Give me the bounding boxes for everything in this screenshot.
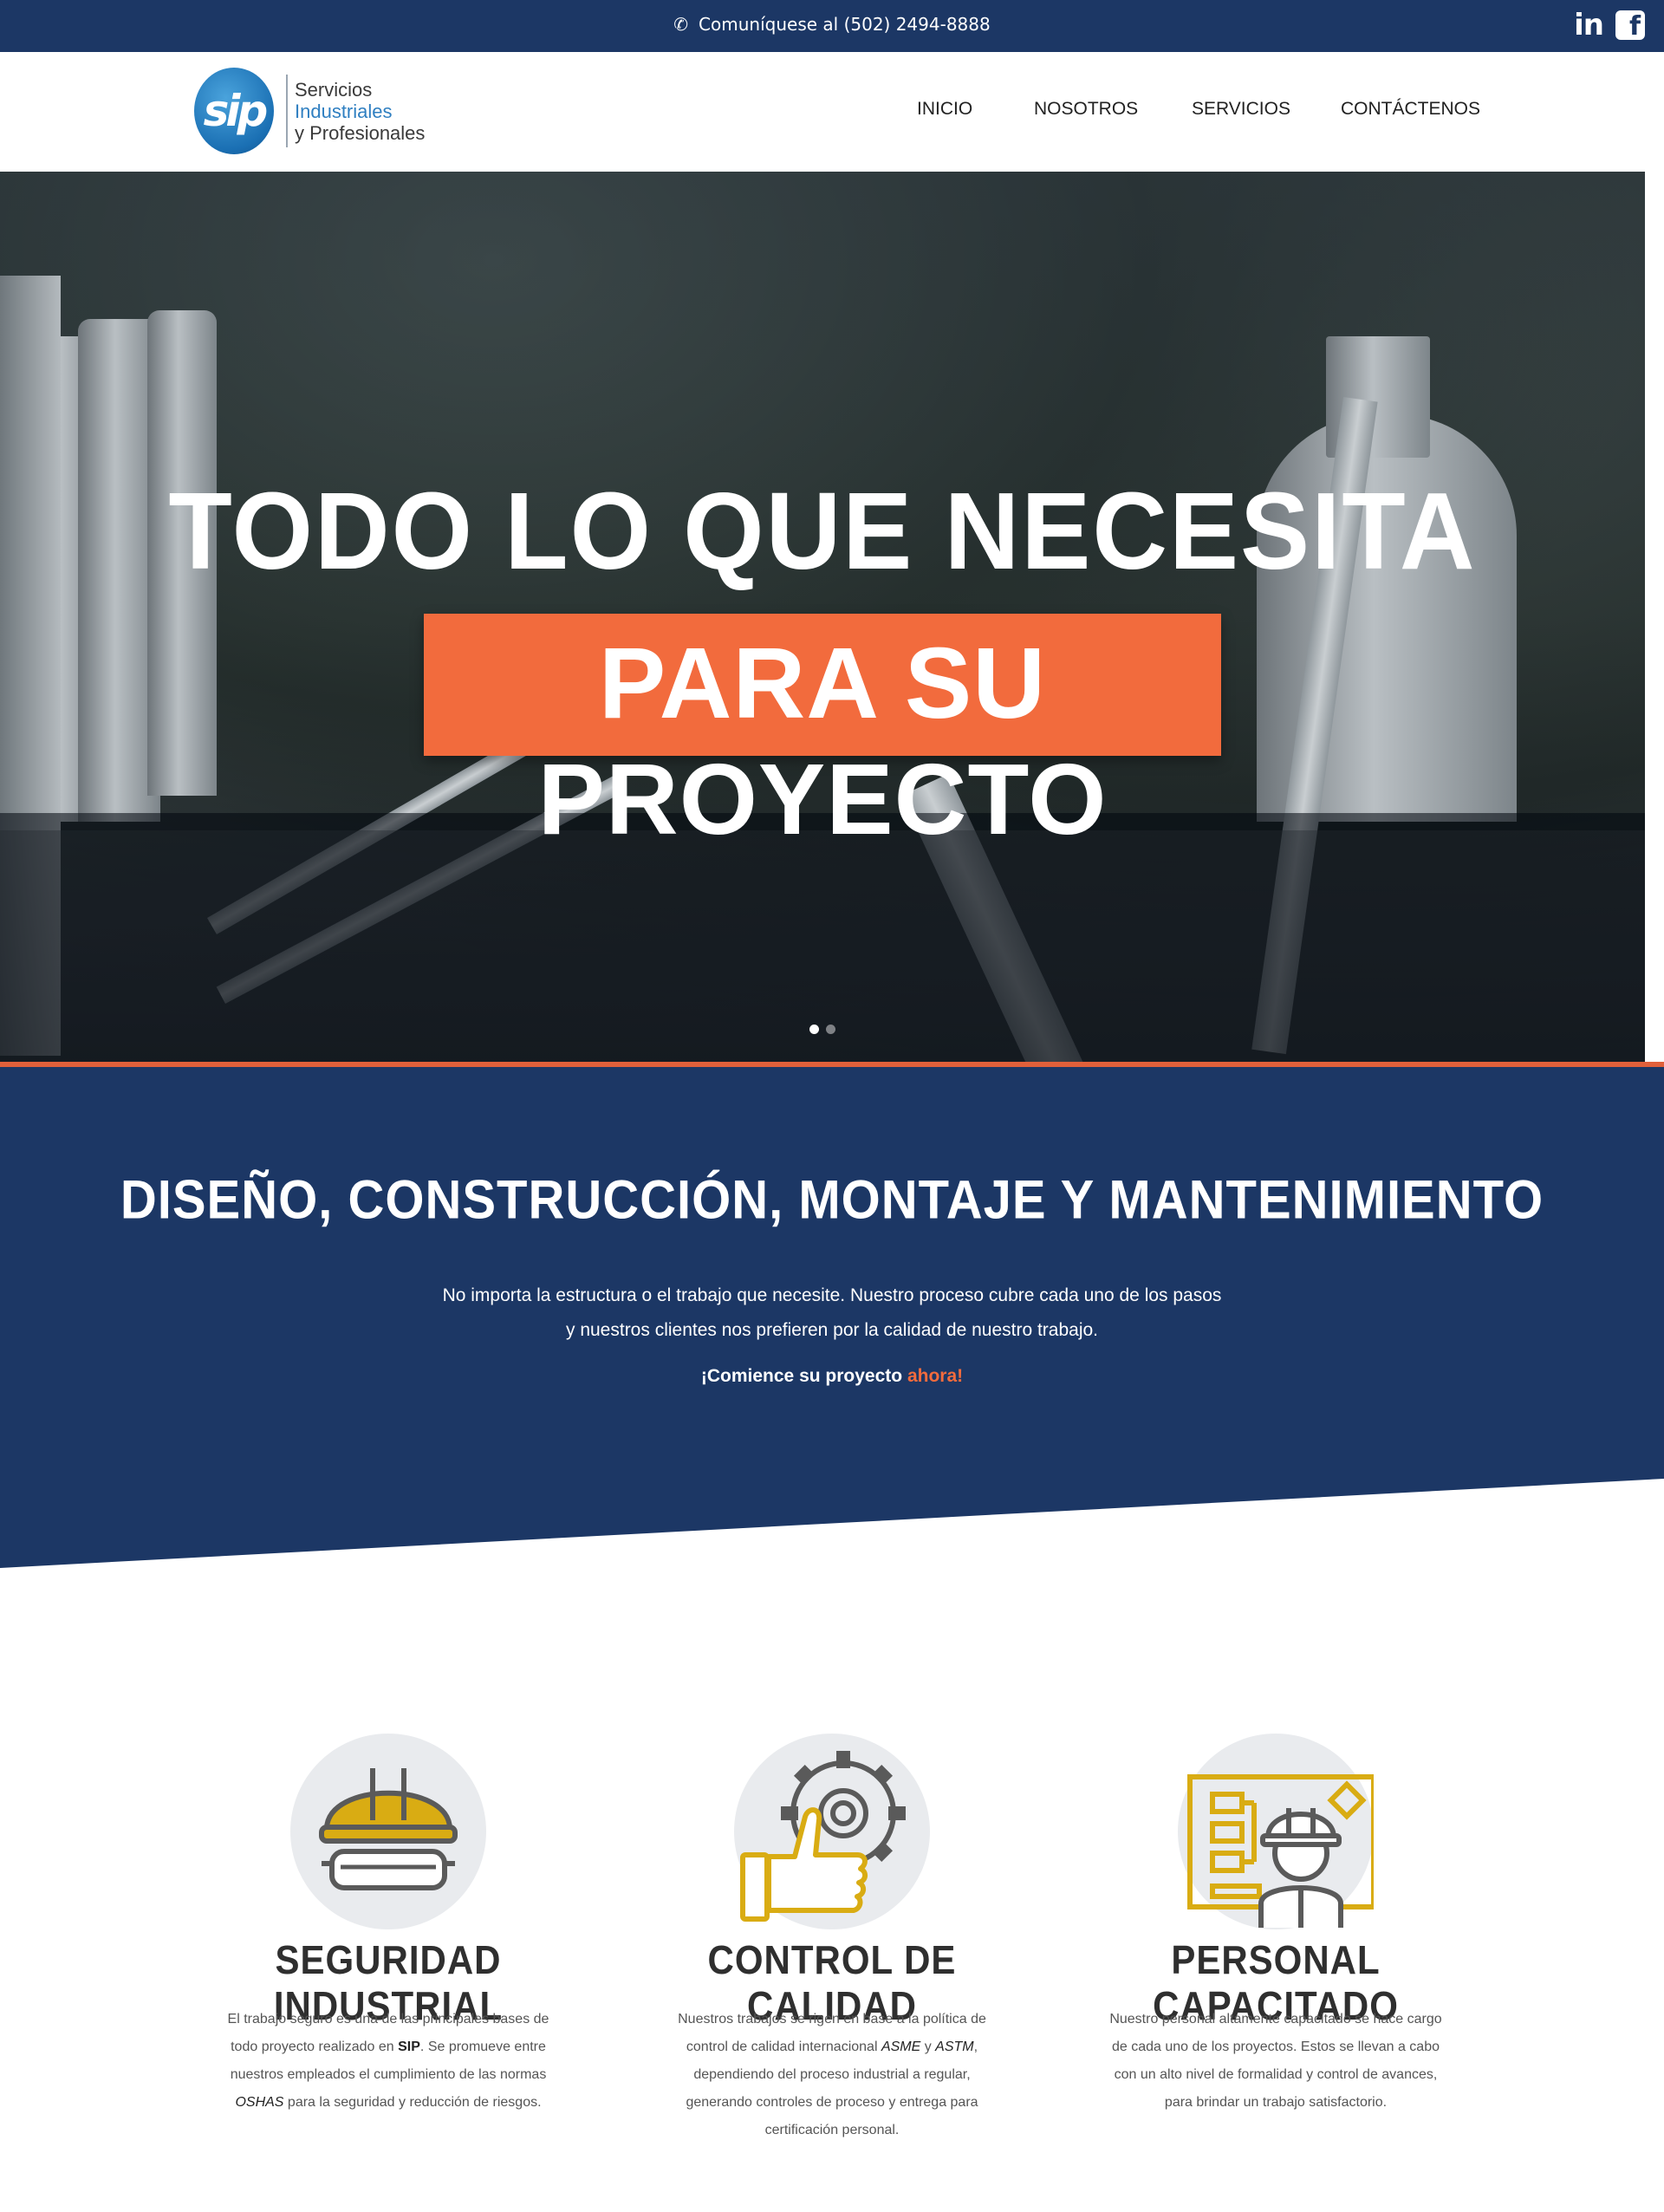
intro-section: DISEÑO, CONSTRUCCIÓN, MONTAJE Y MANTENIM… xyxy=(0,1067,1664,1568)
top-bar: ✆ Comuníquese al (502) 2494-8888 in f xyxy=(0,0,1664,52)
linkedin-icon[interactable]: in xyxy=(1574,9,1604,42)
social-links: in f xyxy=(1574,9,1645,42)
nav-item-nosotros[interactable]: NOSOTROS xyxy=(1034,99,1138,120)
hero-slider: TODO LO QUE NECESITA PARA SU PROYECTO xyxy=(0,172,1645,1062)
cta-link[interactable]: ahora! xyxy=(907,1366,963,1386)
logo-line-3: y Profesionales xyxy=(295,121,426,144)
hero-gutter xyxy=(1645,172,1664,1062)
contact-text: Comuníquese al (502) 2494-8888 xyxy=(699,14,991,35)
hero-title-line-2: PARA SU PROYECTO xyxy=(537,627,1108,856)
contact-info[interactable]: ✆ Comuníquese al (502) 2494-8888 xyxy=(0,14,1664,35)
engineer-blueprint-icon xyxy=(1187,1774,1374,1928)
slider-dot-1[interactable] xyxy=(809,1025,819,1034)
logo-line-2: Industriales xyxy=(295,100,393,122)
site-logo[interactable]: sip Servicios Industriales y Profesional… xyxy=(194,68,425,154)
nav-item-inicio[interactable]: INICIO xyxy=(917,99,972,120)
logo-badge: sip xyxy=(194,68,274,154)
feature-text: Nuestro personal altamente capacitado se… xyxy=(1109,2012,1442,2110)
feature-text: Nuestros trabajos se rigen en base a la … xyxy=(678,2012,986,2137)
hero-accent-line xyxy=(0,1062,1664,1067)
facebook-icon[interactable]: f xyxy=(1615,10,1645,42)
feature-text: El trabajo seguro es una de las principa… xyxy=(227,2012,549,2110)
slider-dots xyxy=(0,1021,1645,1038)
site-header: sip Servicios Industriales y Profesional… xyxy=(0,52,1664,172)
cta-text: ¡Comience su proyecto xyxy=(700,1366,907,1386)
hero-title-line-1: TODO LO QUE NECESITA xyxy=(168,470,1477,593)
hardhat-goggles-icon xyxy=(319,1768,458,1890)
intro-heading: DISEÑO, CONSTRUCCIÓN, MONTAJE Y MANTENIM… xyxy=(120,1169,1544,1231)
intro-paragraph: No importa la estructura o el trabajo qu… xyxy=(442,1285,1222,1340)
nav-item-servicios[interactable]: SERVICIOS xyxy=(1192,99,1290,120)
slider-dot-2[interactable] xyxy=(826,1025,835,1034)
nav-item-contactenos[interactable]: CONTÁCTENOS xyxy=(1341,99,1480,120)
logo-line-1: Servicios xyxy=(295,78,373,101)
intro-cta: ¡Comience su proyecto ahora! xyxy=(0,1366,1664,1387)
phone-icon: ✆ xyxy=(673,14,689,35)
logo-divider xyxy=(286,75,288,147)
logo-wordmark: Servicios Industriales y Profesionales xyxy=(295,79,425,144)
gear-thumbs-up-icon xyxy=(740,1751,906,1922)
